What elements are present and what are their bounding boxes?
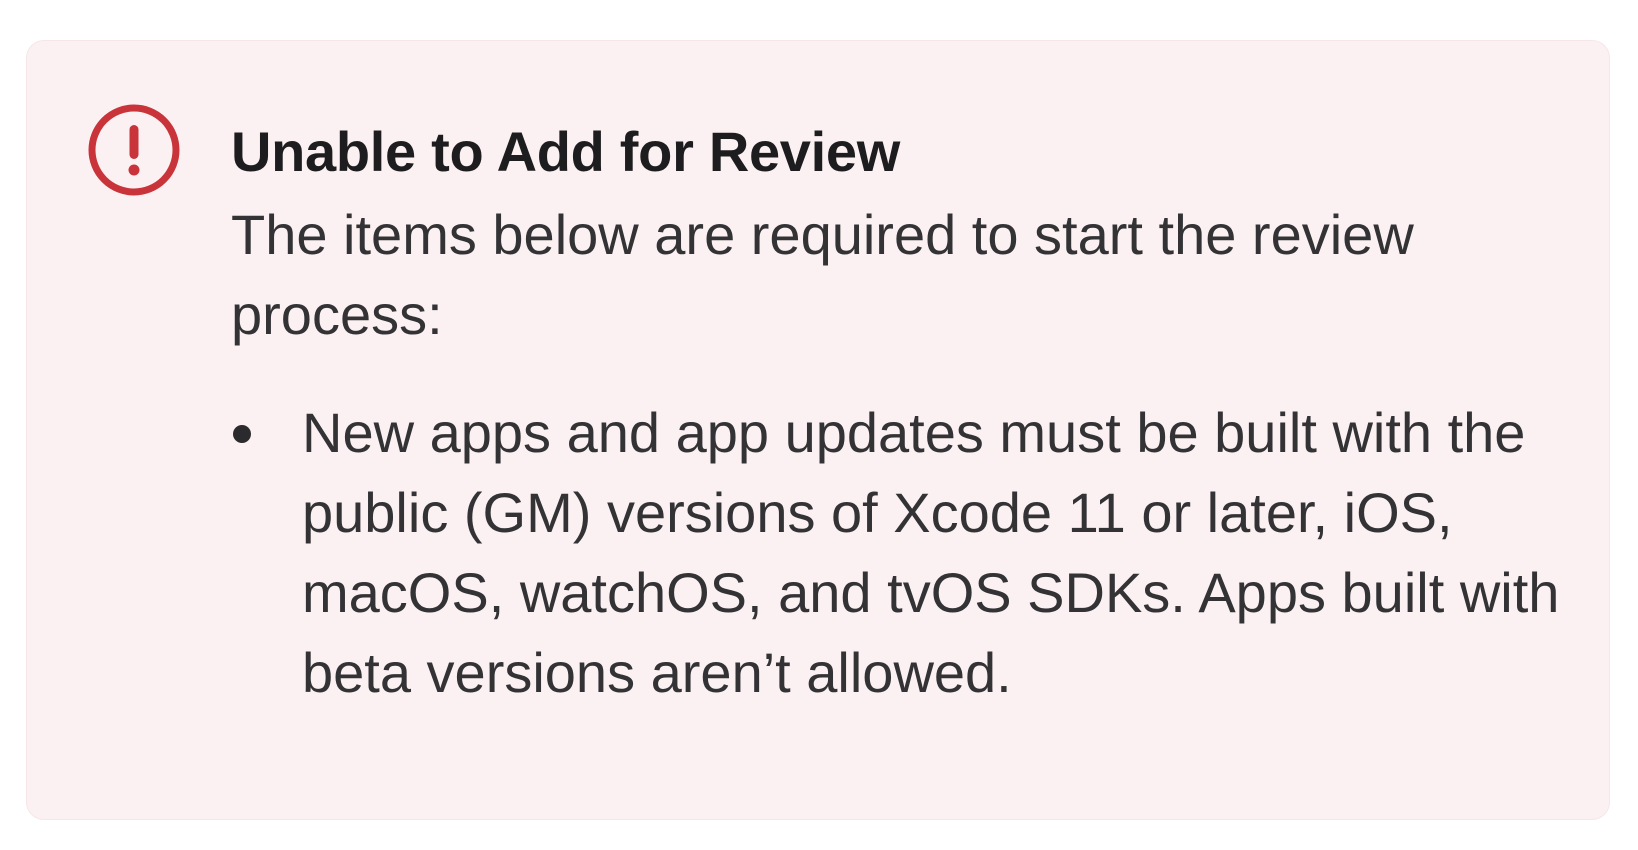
- requirement-item: New apps and app updates must be built w…: [231, 393, 1592, 713]
- alert-title: Unable to Add for Review: [231, 120, 901, 183]
- exclamation-circle-icon: [87, 103, 181, 197]
- review-error-alert: Unable to Add for Review The items below…: [26, 40, 1610, 820]
- requirement-text: New apps and app updates must be built w…: [302, 401, 1560, 704]
- alert-description: The items below are required to start th…: [231, 203, 1414, 346]
- requirements-list: New apps and app updates must be built w…: [231, 393, 1561, 713]
- bullet-icon: [233, 425, 251, 443]
- alert-content: Unable to Add for Review The items below…: [231, 119, 1561, 713]
